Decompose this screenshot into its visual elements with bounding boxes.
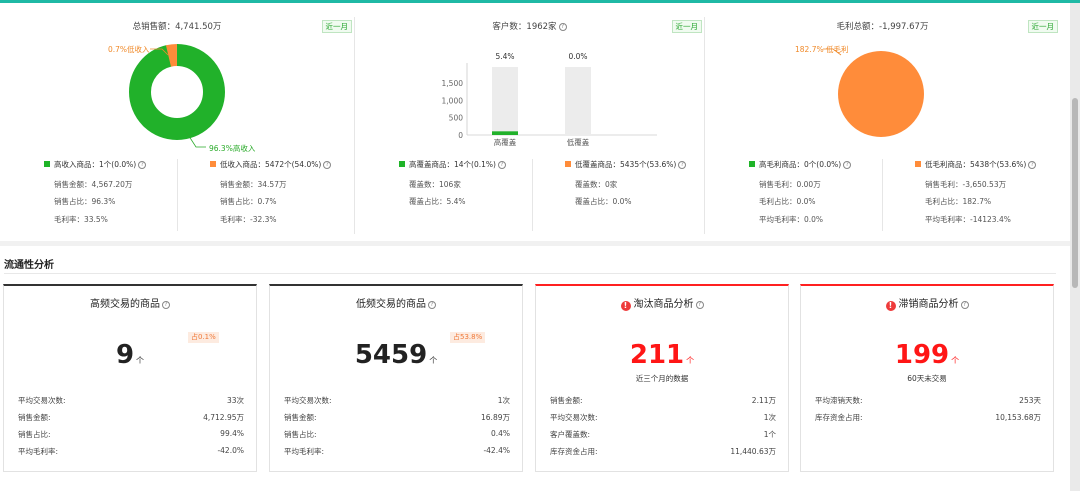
card-slow-moving[interactable]: ! 滞销商品分析? 199 个 60天未交易 平均滞销天数: 253天 库存资金占用:… xyxy=(800,284,1054,472)
help-icon[interactable]: ? xyxy=(1028,161,1037,169)
card-value: 9个 xyxy=(115,340,145,370)
sales-period-badge[interactable]: 近一月 xyxy=(321,20,352,33)
liquidity-section: 流通性分析 高频交易的商品? 占0.1% 9个 平均交易次数: 33次 销售金额:… xyxy=(0,246,1070,491)
card-value: 211 个 xyxy=(629,340,695,370)
help-icon[interactable]: ? xyxy=(695,301,704,309)
bar-track xyxy=(492,67,518,135)
sales-low-stats: 低收入商品：5472个(54.0%)? 销售金额：34.57万 销售占比：0.7… xyxy=(177,159,354,231)
y-tick-label: 1,500 xyxy=(442,79,464,88)
vertical-scrollbar[interactable] xyxy=(1070,3,1080,491)
sales-high-label: 96.3%高收入 xyxy=(209,144,256,153)
sales-panel: 总销售额：4,741.50万 近一月 0.7%低收入 96.3%高收入 高收入商… xyxy=(0,17,354,234)
profit-low-label: 182.7% 低毛利 xyxy=(795,45,849,54)
card-low-frequency[interactable]: 低频交易的商品? 占53.8% 5459 个 平均交易次数: 1次 销售金额: 16.… xyxy=(269,284,523,472)
card-value: 199 个 xyxy=(894,340,960,370)
green-legend-dot xyxy=(44,161,50,167)
profit-low-stats: 低毛利商品：5438个(53.6%)? 销售毛利：-3,650.53万 毛利占比… xyxy=(882,159,1059,231)
overview-section: 总销售额：4,741.50万 近一月 0.7%低收入 96.3%高收入 高收入商… xyxy=(0,3,1070,241)
bar-value-label: 0.0% xyxy=(568,52,587,61)
help-icon[interactable]: ? xyxy=(162,301,170,309)
help-icon[interactable]: ? xyxy=(558,23,567,31)
sales-donut-high-slice xyxy=(129,44,225,140)
y-tick-label: 1,000 xyxy=(442,96,464,105)
profit-pie-low-slice xyxy=(838,51,924,137)
green-legend-dot xyxy=(399,161,405,167)
warning-icon: ! xyxy=(620,301,631,311)
customers-panel: 客户数：1962家? 近一月 0 500 1,000 1,500 5.4% 高覆盖 0.0%… xyxy=(354,17,704,234)
profit-panel: 毛利总额：-1,997.67万 近一月 182.7% 低毛利 高毛利商品：0个(… xyxy=(704,17,1060,234)
help-icon[interactable]: ? xyxy=(323,161,332,169)
card-eliminated[interactable]: ! 淘汰商品分析? 211 个 近三个月的数据 销售金额: 2.11万 平均交易次数:… xyxy=(535,284,789,472)
green-legend-dot xyxy=(749,161,755,167)
help-icon[interactable]: ? xyxy=(138,161,147,169)
customers-bar-chart: 0 500 1,000 1,500 5.4% 高覆盖 0.0% 低覆盖 xyxy=(442,52,657,147)
card-value: 5459 个 xyxy=(354,340,438,370)
scrollbar-thumb[interactable] xyxy=(1072,98,1078,288)
orange-legend-dot xyxy=(210,161,216,167)
bar-value-label: 5.4% xyxy=(495,52,514,61)
bar xyxy=(492,131,518,135)
card-subtitle: 近三个月的数据 xyxy=(635,374,689,383)
profit-pie-chart xyxy=(823,48,924,137)
y-tick-label: 0 xyxy=(458,131,463,140)
y-tick-label: 500 xyxy=(449,114,464,123)
customers-title: 客户数：1962家? xyxy=(355,20,704,32)
profit-title: 毛利总额：-1,997.67万 xyxy=(836,22,929,32)
section-divider xyxy=(4,273,1056,274)
x-category-label: 低覆盖 xyxy=(567,137,590,147)
card-subtitle: 60天未交易 xyxy=(907,374,947,383)
orange-legend-dot xyxy=(565,161,571,167)
help-icon[interactable]: ? xyxy=(428,301,436,309)
sales-donut-chart xyxy=(129,43,225,148)
help-icon[interactable]: ? xyxy=(678,161,687,169)
customers-low-stats: 低覆盖商品：5435个(53.6%)? 覆盖数：0家 覆盖占比：0.0% xyxy=(532,159,709,231)
help-icon[interactable]: ? xyxy=(960,301,969,309)
help-icon[interactable]: ? xyxy=(843,161,852,169)
warning-icon: ! xyxy=(885,301,896,311)
sales-title: 总销售额：4,741.50万 xyxy=(132,22,222,32)
card-high-frequency[interactable]: 高频交易的商品? 占0.1% 9个 平均交易次数: 33次 销售金额: 4,712.… xyxy=(3,284,257,472)
profit-period-badge[interactable]: 近一月 xyxy=(1027,20,1058,33)
sales-low-label: 0.7%低收入 xyxy=(108,45,150,54)
orange-legend-dot xyxy=(915,161,921,167)
section-title: 流通性分析 xyxy=(4,260,54,271)
x-category-label: 高覆盖 xyxy=(494,137,517,147)
customers-period-badge[interactable]: 近一月 xyxy=(671,20,702,33)
bar-track xyxy=(565,67,591,135)
help-icon[interactable]: ? xyxy=(497,161,506,169)
